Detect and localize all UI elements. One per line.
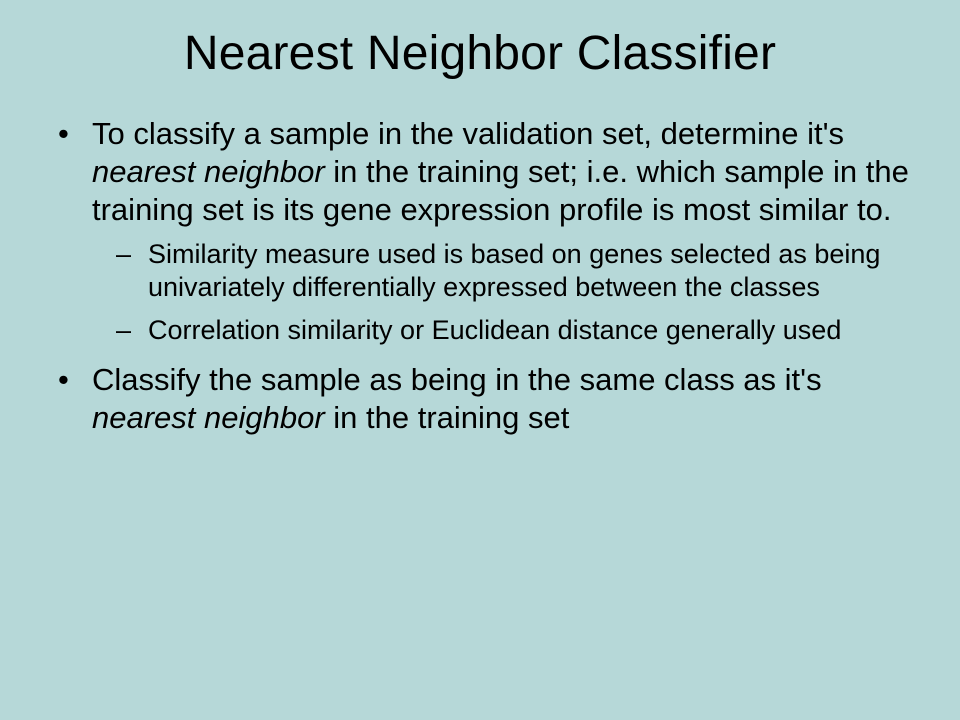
slide-title: Nearest Neighbor Classifier	[40, 26, 920, 81]
slide: Nearest Neighbor Classifier To classify …	[0, 0, 960, 720]
bullet-text-pre: Classify the sample as being in the same…	[92, 362, 822, 397]
sub-bullet-text: Similarity measure used is based on gene…	[148, 239, 880, 302]
bullet-text-post: in the training set	[325, 400, 570, 435]
bullet-list-level2: Similarity measure used is based on gene…	[92, 238, 914, 347]
list-item: Correlation similarity or Euclidean dist…	[92, 314, 914, 347]
bullet-list-level1: To classify a sample in the validation s…	[40, 115, 920, 437]
bullet-text-emphasis: nearest neighbor	[92, 154, 325, 189]
bullet-text-emphasis: nearest neighbor	[92, 400, 325, 435]
list-item: To classify a sample in the validation s…	[46, 115, 914, 347]
sub-bullet-text: Correlation similarity or Euclidean dist…	[148, 315, 841, 345]
bullet-text-pre: To classify a sample in the validation s…	[92, 116, 844, 151]
list-item: Similarity measure used is based on gene…	[92, 238, 914, 304]
list-item: Classify the sample as being in the same…	[46, 361, 914, 437]
